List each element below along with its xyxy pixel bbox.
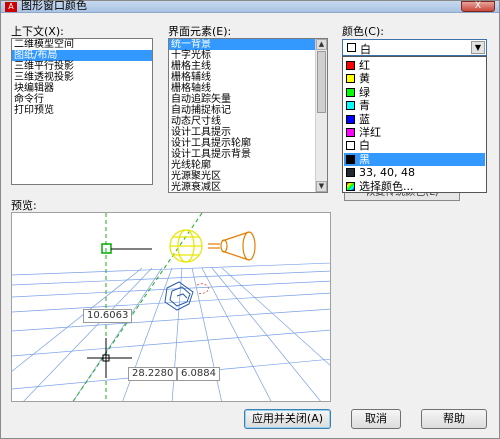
context-item[interactable]: 块编辑器 <box>12 83 152 94</box>
light-cone-icon <box>196 283 210 294</box>
color-option-label: 33, 40, 48 <box>359 166 415 180</box>
scroll-up-icon[interactable]: ▲ <box>316 39 327 50</box>
color-swatch-icon <box>346 154 355 164</box>
help-button[interactable]: 帮助 <box>421 409 487 429</box>
dimension-tooltip-2: 28.2280 <box>128 367 178 381</box>
color-option[interactable]: 选择颜色... <box>344 180 485 193</box>
current-color-swatch <box>347 43 356 52</box>
color-option[interactable]: 青 <box>344 99 485 112</box>
color-swatch-icon <box>346 101 355 111</box>
interface-element-item[interactable]: 自动捕捉标记 <box>169 105 315 116</box>
color-option[interactable]: 蓝 <box>344 113 485 126</box>
context-item[interactable]: 打印预览 <box>12 105 152 116</box>
interface-elements-list[interactable]: 统一背景 十字光标 栅格主线 栅格辅线 栅格轴线 自动追踪矢量 自动捕捉标记 动态尺寸线 设计工… <box>168 38 328 193</box>
context-item[interactable]: 二维模型空间 <box>12 39 152 50</box>
color-swatch-icon <box>346 61 355 70</box>
color-option[interactable]: 33, 40, 48 <box>344 166 485 179</box>
interface-elements-items: 统一背景 十字光标 栅格主线 栅格辅线 栅格轴线 自动追踪矢量 自动捕捉标记 动态尺寸线 设计工… <box>169 39 327 192</box>
elements-scrollbar[interactable]: ▲ ▼ <box>315 39 327 192</box>
context-label: 上下文(X): <box>11 25 64 38</box>
color-option-label: 黄 <box>359 72 370 86</box>
interface-element-item[interactable]: 光线轮廓 <box>169 160 315 171</box>
autocad-logo-icon: A <box>5 2 17 12</box>
color-option[interactable]: 黄 <box>344 72 485 85</box>
interface-element-item[interactable]: 光源聚光区 <box>169 171 315 182</box>
color-option-label: 绿 <box>359 85 370 99</box>
preview-canvas: 10.6063 28.2280 6.0884 <box>11 212 331 402</box>
title-bar: A 图形窗口颜色 X <box>1 0 499 13</box>
color-swatch-icon <box>346 114 355 124</box>
interface-element-item[interactable]: 统一背景 <box>169 39 315 50</box>
color-option[interactable]: 黑 <box>344 152 485 166</box>
interface-element-item[interactable]: 自动追踪矢量 <box>169 94 315 105</box>
context-item[interactable]: 图纸/布局 <box>12 50 152 61</box>
color-option-label: 蓝 <box>359 112 370 126</box>
point-light-icon <box>169 229 203 263</box>
interface-element-item[interactable]: 设计工具提示 <box>169 127 315 138</box>
interface-element-item[interactable]: 十字光标 <box>169 50 315 61</box>
dimension-tooltip-1: 10.6063 <box>83 309 133 323</box>
color-swatch-icon <box>346 74 355 84</box>
color-option[interactable]: 白 <box>344 139 485 152</box>
color-option-label: 选择颜色... <box>359 179 414 193</box>
color-swatch-icon <box>346 128 355 137</box>
current-color-name: 白 <box>360 43 371 56</box>
apply-and-close-button[interactable]: 应用并关闭(A) <box>244 409 331 429</box>
interface-element-item[interactable]: 栅格轴线 <box>169 83 315 94</box>
color-option-label: 洋红 <box>359 126 381 139</box>
interface-element-item[interactable]: 设计工具提示轮廓 <box>169 138 315 149</box>
spotlight-icon <box>208 231 256 261</box>
color-select[interactable]: 白 ▼ <box>342 39 487 56</box>
context-item[interactable]: 命令行 <box>12 94 152 105</box>
color-swatch-icon <box>346 168 355 178</box>
color-option-label: 红 <box>359 59 370 72</box>
context-list[interactable]: 二维模型空间 图纸/布局 三维平行投影 三维透视投影 块编辑器 命令行 打印预览 <box>11 38 153 185</box>
interface-element-item[interactable]: 设计工具提示背景 <box>169 149 315 160</box>
interface-elements-label: 界面元素(E): <box>168 25 232 38</box>
color-label: 颜色(C): <box>342 25 384 38</box>
color-swatch-icon <box>346 181 355 191</box>
color-option-label: 黑 <box>359 152 370 166</box>
dialog-title: 图形窗口颜色 <box>21 0 87 12</box>
scroll-down-icon[interactable]: ▼ <box>316 181 327 192</box>
perspective-grid <box>12 262 330 401</box>
dimension-tooltip-3: 6.0884 <box>177 367 220 381</box>
color-option[interactable]: 红 <box>344 59 485 72</box>
color-option-label: 白 <box>359 139 370 153</box>
interface-element-item[interactable]: 动态尺寸线 <box>169 116 315 127</box>
interface-element-item[interactable]: 栅格辅线 <box>169 72 315 83</box>
scroll-thumb[interactable] <box>317 51 326 113</box>
context-item[interactable]: 三维透视投影 <box>12 72 152 83</box>
preview-label: 预览: <box>11 199 37 212</box>
interface-element-item[interactable]: 光源衰减区 <box>169 182 315 192</box>
color-option[interactable]: 绿 <box>344 86 485 99</box>
interface-element-item[interactable]: 栅格主线 <box>169 61 315 72</box>
graphics-window-color-dialog: A 图形窗口颜色 X 上下文(X): 二维模型空间 图纸/布局 三维平行投影 三维透视… <box>0 0 500 439</box>
cancel-button[interactable]: 取消 <box>351 409 401 429</box>
chevron-down-icon[interactable]: ▼ <box>471 41 485 54</box>
color-option-label: 青 <box>359 99 370 113</box>
color-swatch-icon <box>346 141 355 151</box>
color-option[interactable]: 洋红 <box>344 126 485 139</box>
color-dropdown-list[interactable]: 红黄绿青蓝洋红白黑 33, 40, 48 选择颜色... <box>342 56 487 193</box>
context-item[interactable]: 三维平行投影 <box>12 61 152 72</box>
color-swatch-icon <box>346 87 355 97</box>
close-button[interactable]: X <box>461 1 495 12</box>
